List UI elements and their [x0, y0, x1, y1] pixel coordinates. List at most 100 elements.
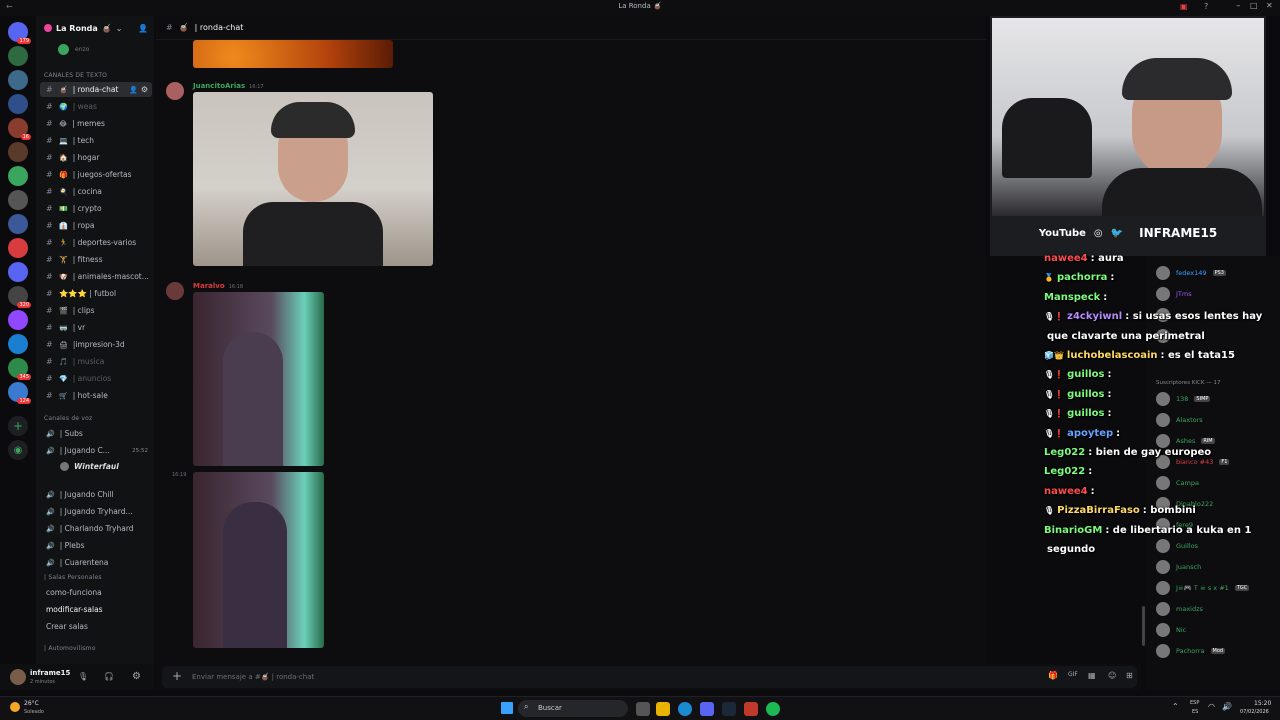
voice-channel-item[interactable]: 🔊 | Charlando Tryhard — [40, 521, 152, 536]
voice-channel-item[interactable]: 🔊 | Jugando Tryhard... — [40, 504, 152, 519]
guild-header[interactable]: La Ronda 🧉 ⌄ 👤 — [36, 16, 154, 40]
text-channel-item[interactable]: # 💎 | anuncios — [40, 371, 152, 386]
text-channel-item[interactable]: # 🛒 | hot-sale — [40, 388, 152, 403]
lang-indicator[interactable]: ESP — [1190, 700, 1199, 706]
add-server-icon[interactable]: + — [8, 416, 28, 436]
steam-icon[interactable] — [722, 702, 736, 716]
text-channel-item[interactable]: # 🎬 | clips — [40, 303, 152, 318]
text-channel-item[interactable]: # 🏃 | deportes-varios — [40, 235, 152, 250]
category-auto[interactable]: | Automovilismo — [44, 645, 96, 652]
maximize-icon[interactable]: □ — [1250, 1, 1258, 10]
task-view-icon[interactable] — [636, 702, 650, 716]
server-icon[interactable] — [8, 334, 28, 354]
server-icon[interactable] — [8, 166, 28, 186]
add-member-icon[interactable]: 👤 — [138, 24, 148, 33]
voice-user[interactable]: Winterfaul — [40, 459, 152, 474]
voice-channel-item[interactable]: 🔊 | Jugando C... 25:52 — [40, 443, 152, 458]
lang-indicator-2[interactable]: ES — [1192, 709, 1198, 715]
gift-icon[interactable]: 🎁 — [1048, 671, 1058, 680]
message-image-fire[interactable] — [193, 40, 393, 68]
server-icon[interactable] — [8, 142, 28, 162]
microphone-icon[interactable]: 🎙 — [78, 672, 88, 681]
add-attachment-icon[interactable]: + — [172, 669, 182, 683]
message-author-2[interactable]: Maralvo 16:18 — [193, 282, 243, 290]
server-icon[interactable] — [8, 238, 28, 258]
close-icon[interactable]: ✕ — [1266, 1, 1273, 10]
apps-icon[interactable]: ⊞ — [1126, 671, 1133, 680]
voice-channel-item[interactable]: 🔊 | Subs — [40, 426, 152, 441]
headphones-icon[interactable]: 🎧 — [104, 672, 114, 681]
server-icon[interactable] — [8, 94, 28, 114]
server-icon[interactable]: 16 — [8, 118, 31, 140]
discord-icon[interactable] — [700, 702, 714, 716]
server-icon[interactable] — [8, 262, 28, 282]
message-input[interactable]: + Enviar mensaje a #🧉 | ronda-chat 🎁 GIF… — [162, 666, 1137, 688]
edge-icon[interactable] — [678, 702, 692, 716]
help-icon[interactable]: ? — [1204, 2, 1208, 11]
member-item[interactable]: Pachorra Mod — [1156, 642, 1226, 660]
member-item[interactable]: Nic — [1156, 621, 1186, 639]
windows-start-icon[interactable] — [501, 702, 513, 714]
weather-icon[interactable] — [10, 702, 20, 712]
text-channel-item[interactable]: # 🍳 | cocina — [40, 184, 152, 199]
voice-channel-item[interactable]: 🔊 | Plebs — [40, 538, 152, 553]
taskbar-search[interactable]: ⌕ Buscar — [518, 700, 628, 717]
app-icon[interactable] — [744, 702, 758, 716]
message-image-1[interactable] — [193, 292, 324, 466]
back-icon[interactable]: ← — [6, 2, 13, 11]
clock-time[interactable]: 15:20 — [1254, 700, 1271, 707]
avatar[interactable] — [10, 669, 26, 685]
server-icon[interactable] — [8, 190, 28, 210]
invite-icon[interactable]: 👤 — [129, 86, 138, 94]
server-icon[interactable]: 124 — [8, 382, 31, 404]
category-voice[interactable]: Canales de voz — [44, 415, 92, 422]
gear-icon[interactable]: ⚙ — [132, 671, 141, 682]
server-icon[interactable] — [8, 70, 28, 90]
text-channel-item[interactable]: # 👔 | ropa — [40, 218, 152, 233]
voice-channel-item[interactable]: 🔊 | Cuarentena — [40, 555, 152, 570]
clock-date[interactable]: 07/02/2026 — [1240, 709, 1269, 715]
gif-icon[interactable]: GIF — [1068, 671, 1078, 678]
category-personal[interactable]: | Salas Personales — [44, 574, 102, 581]
gear-icon[interactable]: ⚙ — [141, 85, 148, 94]
spotify-icon[interactable] — [766, 702, 780, 716]
inbox-icon[interactable]: ▣ — [1180, 2, 1188, 11]
server-icon[interactable] — [8, 214, 28, 234]
discover-icon[interactable]: ◉ — [8, 440, 28, 460]
message-image-webcam[interactable] — [193, 92, 433, 266]
text-channel-item[interactable]: # 🏠 | hogar — [40, 150, 152, 165]
tray-chevron-icon[interactable]: ⌃ — [1172, 702, 1179, 711]
user-name[interactable]: inframe15 — [30, 669, 70, 677]
text-channel-item[interactable]: # 💵 | crypto — [40, 201, 152, 216]
text-channel-item[interactable]: # 💻 | tech — [40, 133, 152, 148]
file-explorer-icon[interactable] — [656, 702, 670, 716]
server-icon[interactable]: 179 — [8, 22, 31, 44]
emoji-icon[interactable]: ☺ — [1108, 671, 1116, 680]
server-icon[interactable]: 320 — [8, 286, 31, 308]
personal-channel-item[interactable]: Crear salas — [40, 619, 152, 634]
server-icon[interactable] — [8, 46, 28, 66]
chat-scrollbar[interactable] — [1142, 606, 1145, 646]
text-channel-item[interactable]: # ⭐⭐⭐ | futbol — [40, 286, 152, 301]
message-image-2[interactable] — [193, 472, 324, 648]
text-channel-item[interactable]: # 🎁 | juegos-ofertas — [40, 167, 152, 182]
member-item[interactable]: maxidzs — [1156, 600, 1203, 618]
category-text[interactable]: CANALES DE TEXTO — [44, 72, 107, 79]
personal-channel-item[interactable]: modificar-salas — [40, 602, 152, 617]
server-icon[interactable] — [8, 310, 28, 330]
author-avatar-1[interactable] — [166, 82, 184, 100]
personal-channel-item[interactable]: como-funciona — [40, 585, 152, 600]
message-author-1[interactable]: JuancitoArias 16:17 — [193, 82, 264, 90]
volume-icon[interactable]: 🔊 — [1222, 702, 1232, 711]
sticker-icon[interactable]: ▦ — [1088, 671, 1096, 680]
text-channel-item[interactable]: # 😂 | memes — [40, 116, 152, 131]
author-avatar-2[interactable] — [166, 282, 184, 300]
text-channel-item[interactable]: # 🎵 | musica — [40, 354, 152, 369]
text-channel-item[interactable]: # 🥽 | vr — [40, 320, 152, 335]
text-channel-item[interactable]: # 🧉 | ronda-chat 👤 ⚙ — [40, 82, 152, 97]
minimize-icon[interactable]: – — [1236, 1, 1241, 11]
text-channel-item[interactable]: # 🌍 | weas — [40, 99, 152, 114]
wifi-icon[interactable]: ◠ — [1208, 702, 1215, 711]
server-icon[interactable]: 345 — [8, 358, 31, 380]
text-channel-item[interactable]: # 🖨 |impresion-3d — [40, 337, 152, 352]
